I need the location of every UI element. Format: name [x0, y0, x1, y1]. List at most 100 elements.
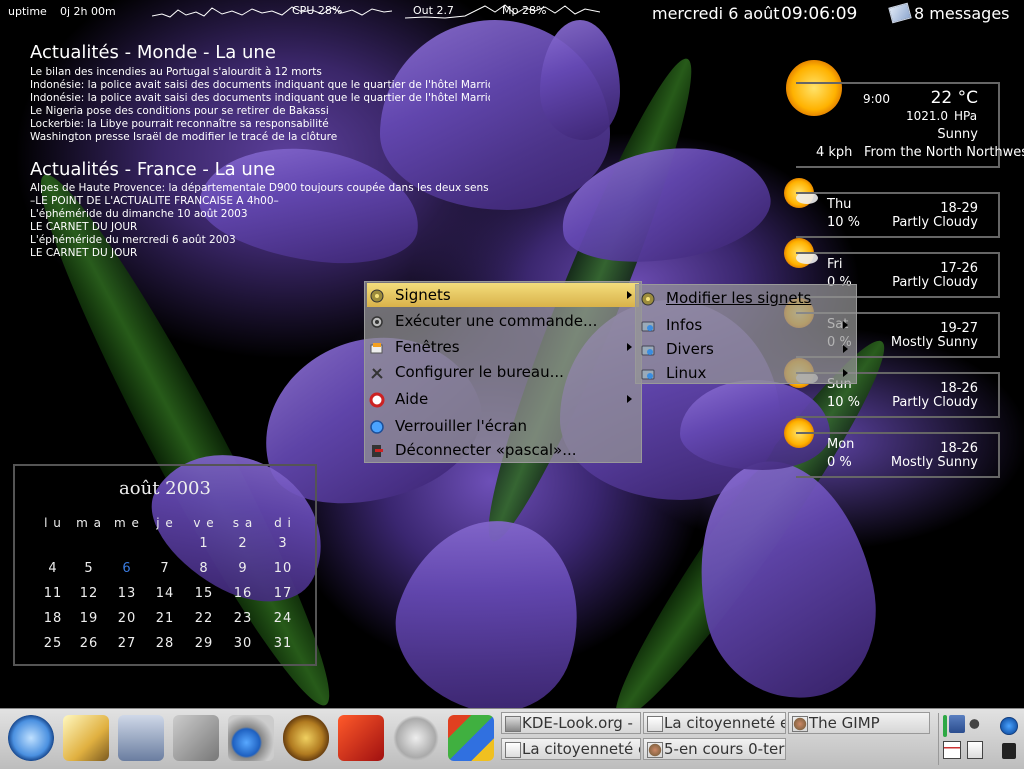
volume-icon[interactable] — [969, 715, 987, 733]
menu-item-aide[interactable]: Aide — [367, 387, 639, 411]
weather-wind-speed: 4 kph — [816, 145, 853, 160]
calendar-day[interactable]: 6 — [109, 561, 145, 576]
save-icon[interactable] — [949, 715, 965, 733]
calendar-day[interactable]: 20 — [109, 611, 145, 626]
news-item[interactable]: Indonésie: la police avait saisi des doc… — [30, 92, 490, 105]
calendar-day[interactable]: 24 — [265, 611, 301, 626]
calendar-day[interactable]: 30 — [225, 636, 261, 651]
forecast-precip: 10 % — [827, 395, 861, 410]
file-manager-icon[interactable] — [228, 715, 274, 761]
calendar-day[interactable]: 14 — [147, 586, 183, 601]
submenu-arrow-icon — [627, 343, 632, 351]
task-button[interactable]: KDE-Look.org - — [501, 712, 641, 734]
forecast-day: Mon — [827, 437, 855, 452]
menu-item-infos[interactable]: Infos — [638, 313, 854, 337]
logout-icon[interactable] — [1002, 743, 1016, 759]
menu-item-label: Déconnecter «pascal»... — [395, 441, 577, 459]
weather-wind-direction: From the North Northwest — [864, 145, 1024, 160]
klipper-icon[interactable] — [1000, 717, 1018, 735]
menu-item-signets[interactable]: Signets — [367, 283, 639, 307]
calendar-weekday: d i — [274, 516, 292, 530]
kde-menu-icon[interactable] — [8, 715, 54, 761]
calendar-day[interactable]: 8 — [186, 561, 222, 576]
calendar-day[interactable]: 19 — [71, 611, 107, 626]
show-desktop-icon[interactable] — [393, 715, 439, 761]
iris-petal — [375, 496, 605, 708]
calendar-day[interactable]: 10 — [265, 561, 301, 576]
news-item[interactable]: L'éphéméride du dimanche 10 août 2003 — [30, 208, 490, 221]
calendar-day[interactable]: 31 — [265, 636, 301, 651]
calendar-day[interactable]: 25 — [35, 636, 71, 651]
news-item[interactable]: Washington presse Israël de modifier le … — [30, 131, 490, 144]
calendar-day[interactable]: 5 — [71, 561, 107, 576]
calendar-day[interactable]: 13 — [109, 586, 145, 601]
terminal-icon[interactable] — [118, 715, 164, 761]
editor-icon[interactable] — [63, 715, 109, 761]
control-center-icon[interactable] — [173, 715, 219, 761]
calendar-day[interactable]: 4 — [35, 561, 71, 576]
calendar-day[interactable]: 9 — [225, 561, 261, 576]
calendar-day[interactable]: 16 — [225, 586, 261, 601]
news-item[interactable]: Lockerbie: la Libye pourrait reconnaître… — [30, 118, 490, 131]
news-item[interactable]: LE CARNET DU JOUR — [30, 247, 490, 260]
clipboard-icon[interactable] — [967, 741, 983, 759]
task-button[interactable]: 5-en cours 0-ter — [643, 738, 786, 760]
calendar-day[interactable]: 22 — [186, 611, 222, 626]
menu-item-verrouiller-l-cran[interactable]: Verrouiller l'écran — [367, 414, 639, 438]
mozilla-icon[interactable] — [338, 715, 384, 761]
menu-item-d-connecter-pascal[interactable]: Déconnecter «pascal»... — [367, 438, 639, 462]
calendar-day[interactable]: 28 — [147, 636, 183, 651]
calendar-day[interactable]: 2 — [225, 536, 261, 551]
forecast-condition: Mostly Sunny — [890, 455, 978, 470]
calendar-day[interactable]: 17 — [265, 586, 301, 601]
uptime-value: 0j 2h 00m — [60, 5, 116, 18]
calendar-day[interactable]: 11 — [35, 586, 71, 601]
calendar-day[interactable]: 27 — [109, 636, 145, 651]
calendar-day[interactable]: 23 — [225, 611, 261, 626]
calendar-weekday: m e — [114, 516, 140, 530]
calendar-day[interactable]: 1 — [186, 536, 222, 551]
calendar-day[interactable]: 18 — [35, 611, 71, 626]
menu-item-label: Linux — [666, 364, 707, 382]
forecast-day: Thu — [827, 197, 852, 212]
help-icon — [369, 391, 385, 408]
news-item[interactable]: Alpes de Haute Provence: la départementa… — [30, 182, 490, 195]
task-label: The GIMP — [809, 714, 880, 732]
forecast-day: Fri — [827, 257, 843, 272]
calendar-day[interactable]: 29 — [186, 636, 222, 651]
desktop-background[interactable]: uptime 0j 2h 00m CPU 28% Out 2.7 Mp 28% … — [0, 0, 1024, 708]
edit-bookmarks-icon — [640, 290, 656, 306]
news-item[interactable]: Indonésie: la police avait saisi des doc… — [30, 79, 490, 92]
windows-icon[interactable] — [448, 715, 494, 761]
calendar-day[interactable]: 3 — [265, 536, 301, 551]
news-item[interactable]: Le bilan des incendies au Portugal s'alo… — [30, 66, 490, 79]
news-item[interactable]: LE CARNET DU JOUR — [30, 221, 490, 234]
news-item[interactable]: Le Nigeria pose des conditions pour se r… — [30, 105, 490, 118]
calendar-day[interactable]: 12 — [71, 586, 107, 601]
task-button[interactable]: La citoyenneté e — [501, 738, 641, 760]
menu-item-linux[interactable]: Linux — [638, 361, 854, 385]
mail-notifier[interactable]: 8 messages — [888, 2, 1010, 24]
bookmarks-icon — [369, 287, 385, 303]
submenu-arrow-icon — [627, 291, 632, 299]
task-button[interactable]: La citoyenneté e — [643, 712, 786, 734]
menu-item-modifier-les-signets[interactable]: Modifier les signets — [638, 286, 854, 310]
weather-temp: 22 °C — [930, 88, 978, 108]
menu-item-fen-tres[interactable]: Fenêtres — [367, 335, 639, 359]
calendar-day[interactable]: 26 — [71, 636, 107, 651]
document-icon — [505, 742, 521, 758]
green-indicator-icon[interactable] — [943, 715, 947, 737]
calendar-day[interactable]: 15 — [186, 586, 222, 601]
calendar-icon[interactable] — [943, 741, 961, 759]
system-monitor-bar: uptime 0j 2h 00m CPU 28% Out 2.7 Mp 28% … — [0, 0, 1024, 26]
news-item[interactable]: L'éphéméride du mercredi 6 août 2003 — [30, 234, 490, 247]
menu-item-configurer-le-bureau[interactable]: Configurer le bureau... — [367, 360, 639, 384]
calendar-day[interactable]: 7 — [147, 561, 183, 576]
news-item[interactable]: –LE POINT DE L'ACTUALITE FRANCAISE A 4h0… — [30, 195, 490, 208]
kde-settings-icon[interactable] — [283, 715, 329, 761]
menu-item-divers[interactable]: Divers — [638, 337, 854, 361]
menu-item-ex-cuter-une-commande[interactable]: Exécuter une commande... — [367, 309, 639, 333]
task-button[interactable]: The GIMP — [788, 712, 930, 734]
calendar-day[interactable]: 21 — [147, 611, 183, 626]
forecast-precip: 10 % — [827, 215, 861, 230]
